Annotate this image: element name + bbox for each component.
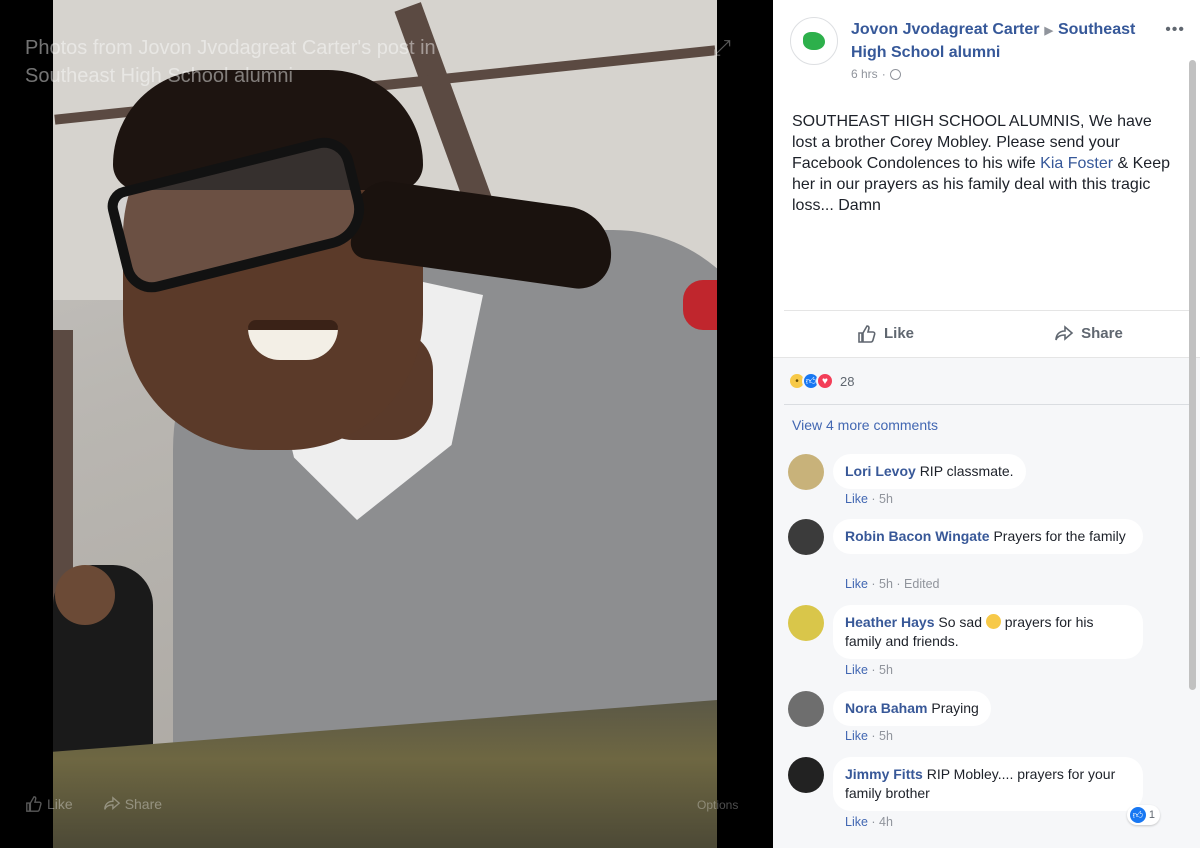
panel-scrollbar[interactable] [1189,60,1196,690]
author-line: Jovon Jvodagreat Carter ▶ Southeast High S… [851,19,1151,64]
sad-face-icon [985,614,1001,629]
comments-section: • 👍︎ ♥ 28 View 4 more comments Lori Levo… [773,357,1200,848]
comment-like-button[interactable]: Like [845,815,868,829]
comment-text: Praying [931,700,979,716]
arrow-right-icon: ▶ [1044,25,1053,37]
share-label: Share [1081,325,1123,342]
meta-separator: · [881,67,886,81]
comment-item: Heather Hays So sad prayers for his fami… [788,605,1188,685]
comment-like-button[interactable]: Like [845,729,868,743]
comment-time: · 4h [867,815,893,829]
comment-like-button[interactable]: Like [845,577,868,591]
comment-meta: Like · 4h [845,815,893,829]
commenter-name[interactable]: Jimmy Fitts [845,766,923,782]
comment-bubble: Jimmy Fitts RIP Mobley.... prayers for y… [833,757,1143,811]
post-text: SOUTHEAST HIGH SCHOOL ALUMNIS, We have l… [792,111,1177,216]
comment-bubble: Nora Baham Praying [833,691,991,726]
comment-item: Robin Bacon Wingate Prayers for the fami… [788,519,1188,599]
subject-smile [248,320,338,360]
commenter-name[interactable]: Heather Hays [845,614,935,630]
post-photo[interactable] [53,0,717,848]
post-header: Jovon Jvodagreat Carter ▶ Southeast High S… [790,17,1185,87]
comment-text: Prayers for the family [993,528,1126,544]
viewer-like-label: Like [47,796,73,812]
expand-icon[interactable]: ⤢ [713,36,737,60]
comment-bubble: Robin Bacon Wingate Prayers for the fami… [833,519,1143,554]
like-button[interactable]: Like [784,324,987,344]
viewer-caption: Photos from Jovon Jvodagreat Carter's po… [25,37,436,87]
comment-text-start: So sad [938,614,982,630]
commenter-avatar[interactable] [788,757,824,793]
post-panel: Jovon Jvodagreat Carter ▶ Southeast High S… [773,0,1200,848]
author-avatar[interactable] [790,17,838,65]
comment-item: Jimmy Fitts RIP Mobley.... prayers for y… [788,757,1188,837]
comment-time: · 5h [867,729,893,743]
like-reaction-icon: 👍︎ [1129,807,1146,823]
share-icon [1055,324,1074,341]
like-label: Like [883,325,914,342]
commenter-avatar[interactable] [788,519,824,555]
thumbs-up-icon [858,324,876,343]
post-time[interactable]: 6 hrs [851,67,878,81]
viewer-share-label: Share [124,796,163,812]
author-name[interactable]: Jovon Jvodagreat Carter [851,21,1040,38]
love-reaction-icon: ♥ [816,372,834,390]
commenter-name[interactable]: Lori Levoy [845,463,916,479]
comment-like-button[interactable]: Like [845,663,868,677]
commenter-avatar[interactable] [788,605,824,641]
comment-meta: Like · 5h [845,729,893,743]
comment-meta: Like · 5h [845,663,893,677]
profile-logo-icon [803,32,825,50]
viewer-share-button[interactable]: Share [103,795,162,813]
tagged-user-link[interactable]: Kia Foster [1040,155,1113,172]
viewer-actions: Like Share [25,795,162,813]
globe-icon [889,68,901,80]
photo-viewer: Photos from Jovon Jvodagreat Carter's po… [0,0,773,848]
comment-item: Nora Baham Praying Like · 5h [788,691,1188,747]
divider [784,404,1190,405]
viewer-options-link[interactable]: Options [697,798,738,812]
comment-meta: Like · 5h [845,492,893,506]
view-more-comments-link[interactable]: View 4 more comments [792,417,938,433]
comment-time: · 5h · Edited [867,577,940,591]
share-button[interactable]: Share [987,324,1190,344]
comment-reactions[interactable]: 👍︎ 1 [1126,805,1160,825]
commenter-name[interactable]: Robin Bacon Wingate [845,528,990,544]
commenter-name[interactable]: Nora Baham [845,700,927,716]
comment-item: Lori Levoy RIP classmate. Like · 5h [788,454,1188,510]
reaction-count: 28 [840,373,855,389]
comment-text: RIP classmate. [919,463,1014,479]
post-meta: 6 hrs · [851,67,901,81]
background-person-head [55,565,115,625]
comment-reaction-count: 1 [1148,809,1155,821]
reactions-summary[interactable]: • 👍︎ ♥ 28 [788,371,854,391]
share-icon [103,796,120,810]
more-options-icon[interactable]: ••• [1165,21,1185,39]
post-action-bar: Like Share [784,310,1190,356]
comment-like-button[interactable]: Like [845,492,868,506]
viewer-like-button[interactable]: Like [25,795,73,813]
comment-bubble: Heather Hays So sad prayers for his fami… [833,605,1143,659]
red-object [683,280,717,330]
comment-meta: Like · 5h · Edited [845,577,940,591]
thumbs-up-icon [26,796,42,812]
comment-time: · 5h [867,663,893,677]
comment-bubble: Lori Levoy RIP classmate. [833,454,1026,489]
comment-time: · 5h [867,492,893,506]
commenter-avatar[interactable] [788,454,824,490]
commenter-avatar[interactable] [788,691,824,727]
